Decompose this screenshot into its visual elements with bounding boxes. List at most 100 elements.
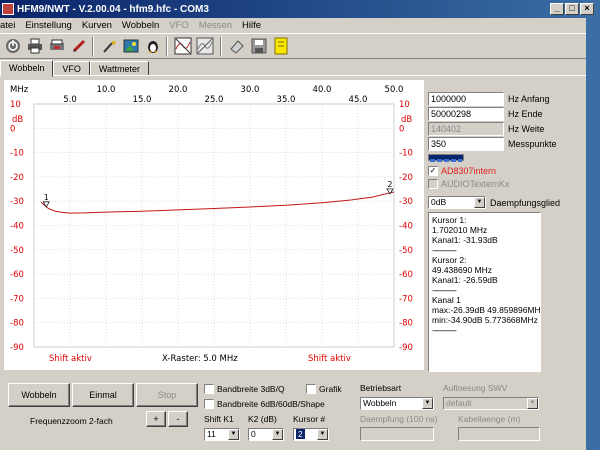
k2-title: Kursor 2:	[432, 255, 467, 265]
x-tick-label-top: 40.0	[313, 85, 332, 95]
att-extern-label: AUDIOTexternKx	[441, 179, 510, 189]
tab-wobbeln[interactable]: Wobbeln	[0, 60, 54, 77]
y-tick-label-left: -50	[10, 246, 24, 256]
chevron-down-icon[interactable]: ▼	[422, 398, 433, 409]
stop-button: Stop	[136, 383, 198, 407]
chevron-down-icon[interactable]: ▼	[272, 429, 283, 440]
x-tick-label-top: 10.0	[97, 85, 116, 95]
x-unit-label: MHz	[10, 85, 29, 95]
separator: -------------	[432, 325, 457, 335]
betriebsart-label: Betriebsart	[360, 383, 402, 393]
zoom-label: Frequenzzoom 2-fach	[30, 416, 113, 426]
k2-db-label: K2 (dB)	[248, 414, 277, 424]
kursor-select[interactable]: 2 ▼	[293, 428, 329, 441]
cursor-label: 2	[387, 180, 392, 189]
aufloesung-select: default ▼	[443, 397, 539, 410]
points-input[interactable]: 350	[428, 137, 504, 151]
x-tick-label-top: 50.0	[385, 85, 404, 95]
print-preview-icon[interactable]	[48, 37, 66, 55]
series-line	[40, 191, 395, 214]
start-frequency-input[interactable]: 1000000	[428, 92, 504, 106]
y-tick-label-right: -40	[399, 222, 413, 232]
ad8307-checkbox[interactable]: ✓	[428, 166, 438, 176]
eraser-icon[interactable]	[228, 37, 246, 55]
menu-hilfe[interactable]: Hilfe	[237, 20, 266, 31]
daempfung-label: Daempfung (100 ns)	[360, 414, 438, 424]
x-tick-label-bottom: 25.0	[205, 95, 224, 105]
sweep-calibrate-icon[interactable]	[174, 37, 192, 55]
tab-wattmeter[interactable]: Wattmeter	[89, 61, 150, 76]
tab-bar: Wobbeln VFO Wattmeter	[0, 60, 150, 77]
toolbar: ✦	[0, 33, 600, 59]
width-input: 140402	[428, 122, 504, 136]
bandwidth-3db-checkbox[interactable]	[204, 384, 214, 394]
pen-icon[interactable]	[70, 37, 88, 55]
shift-active-right: Shift aktiv	[308, 354, 351, 364]
y-tick-label-right: -10	[399, 149, 413, 159]
zoom-in-button[interactable]: +	[146, 411, 166, 427]
kabel-input	[458, 427, 540, 441]
chevron-down-icon[interactable]: ▼	[317, 429, 328, 440]
kursor-label: Kursor #	[293, 414, 326, 424]
image-icon[interactable]	[122, 37, 140, 55]
y-tick-label-right: 10	[399, 100, 410, 110]
shift-k1-select[interactable]: 11 ▼	[204, 428, 240, 441]
k2-db-select[interactable]: 0 ▼	[248, 428, 284, 441]
cursor-info-box[interactable]: Kursor 1: 1.702010 MHz Kanal1: -31.93dB …	[428, 212, 541, 372]
menu-messen[interactable]: Messen	[194, 20, 237, 31]
y-tick-label-right: -70	[399, 294, 413, 304]
y-tick-label-left: -70	[10, 294, 24, 304]
y-tick-label-right: -30	[399, 197, 413, 207]
shift-k1-value: 11	[207, 429, 216, 439]
daempfung-input	[360, 427, 434, 441]
menu-wobbeln[interactable]: Wobbeln	[117, 20, 164, 31]
channel-max: max:-26.39dB 49.859896MHz	[432, 305, 541, 315]
einmal-button[interactable]: Einmal	[72, 383, 134, 407]
y-tick-label-right: 0	[399, 124, 404, 134]
menu-kurven[interactable]: Kurven	[77, 20, 117, 31]
note-icon[interactable]	[272, 37, 290, 55]
betriebsart-select[interactable]: Wobbeln ▼	[360, 397, 434, 410]
menu-einstellung[interactable]: Einstellung	[20, 20, 76, 31]
menu-bar: atei Einstellung Kurven Wobbeln VFO Mess…	[0, 18, 600, 33]
ad8307-label: AD8307intern	[441, 166, 497, 176]
sweep-compare-icon[interactable]	[196, 37, 214, 55]
minimize-button-visible[interactable]: _	[550, 3, 564, 15]
chevron-down-icon[interactable]: ▼	[474, 197, 485, 208]
linux-penguin-icon[interactable]	[144, 37, 162, 55]
att-extern-checkbox	[428, 179, 438, 189]
k1-value: Kanal1: -31.93dB	[432, 235, 498, 245]
wand-icon[interactable]: ✦	[100, 37, 118, 55]
maximize-button-visible[interactable]: □	[565, 3, 579, 15]
aufloesung-label: Aufloesung SWV	[443, 383, 508, 393]
chevron-down-icon[interactable]: ▼	[228, 429, 239, 440]
grafik-checkbox[interactable]	[306, 384, 316, 394]
zoom-out-button[interactable]: -	[168, 411, 188, 427]
end-frequency-label: Hz Ende	[508, 109, 543, 119]
save-icon[interactable]	[250, 37, 268, 55]
attenuator-select[interactable]: 0dB ▼	[428, 196, 486, 209]
x-tick-label-bottom: 15.0	[133, 95, 152, 105]
bandwidth-6db-checkbox[interactable]	[204, 399, 214, 409]
y-tick-label-left: -90	[10, 343, 24, 353]
y-tick-label-right: -50	[399, 246, 413, 256]
separator: -------------	[432, 285, 457, 295]
end-frequency-input[interactable]: 50000298	[428, 107, 504, 121]
sweep-chart[interactable]: 10 10 0 0 -10 -10 -20 -20 -30 -30 -40 -40 -50 -50 -60 -…	[4, 80, 424, 370]
menu-vfo[interactable]: VFO	[164, 20, 194, 31]
k2-db-value: 0	[251, 429, 256, 439]
tab-vfo[interactable]: VFO	[53, 61, 90, 76]
power-icon[interactable]	[4, 37, 22, 55]
printer-icon[interactable]	[26, 37, 44, 55]
wobbeln-button[interactable]: Wobbeln	[8, 383, 70, 407]
progress-bar	[428, 154, 464, 162]
close-button-visible[interactable]: ×	[580, 3, 594, 15]
x-tick-label-bottom: 5.0	[63, 95, 77, 105]
menu-datei[interactable]: atei	[0, 20, 20, 31]
separator: -------------	[432, 245, 457, 255]
y-tick-label-left: 0	[10, 124, 15, 134]
kursor-value: 2	[296, 429, 305, 439]
svg-text:✦: ✦	[110, 39, 117, 49]
app-icon	[2, 3, 14, 15]
y-tick-label-left: -20	[10, 173, 24, 183]
